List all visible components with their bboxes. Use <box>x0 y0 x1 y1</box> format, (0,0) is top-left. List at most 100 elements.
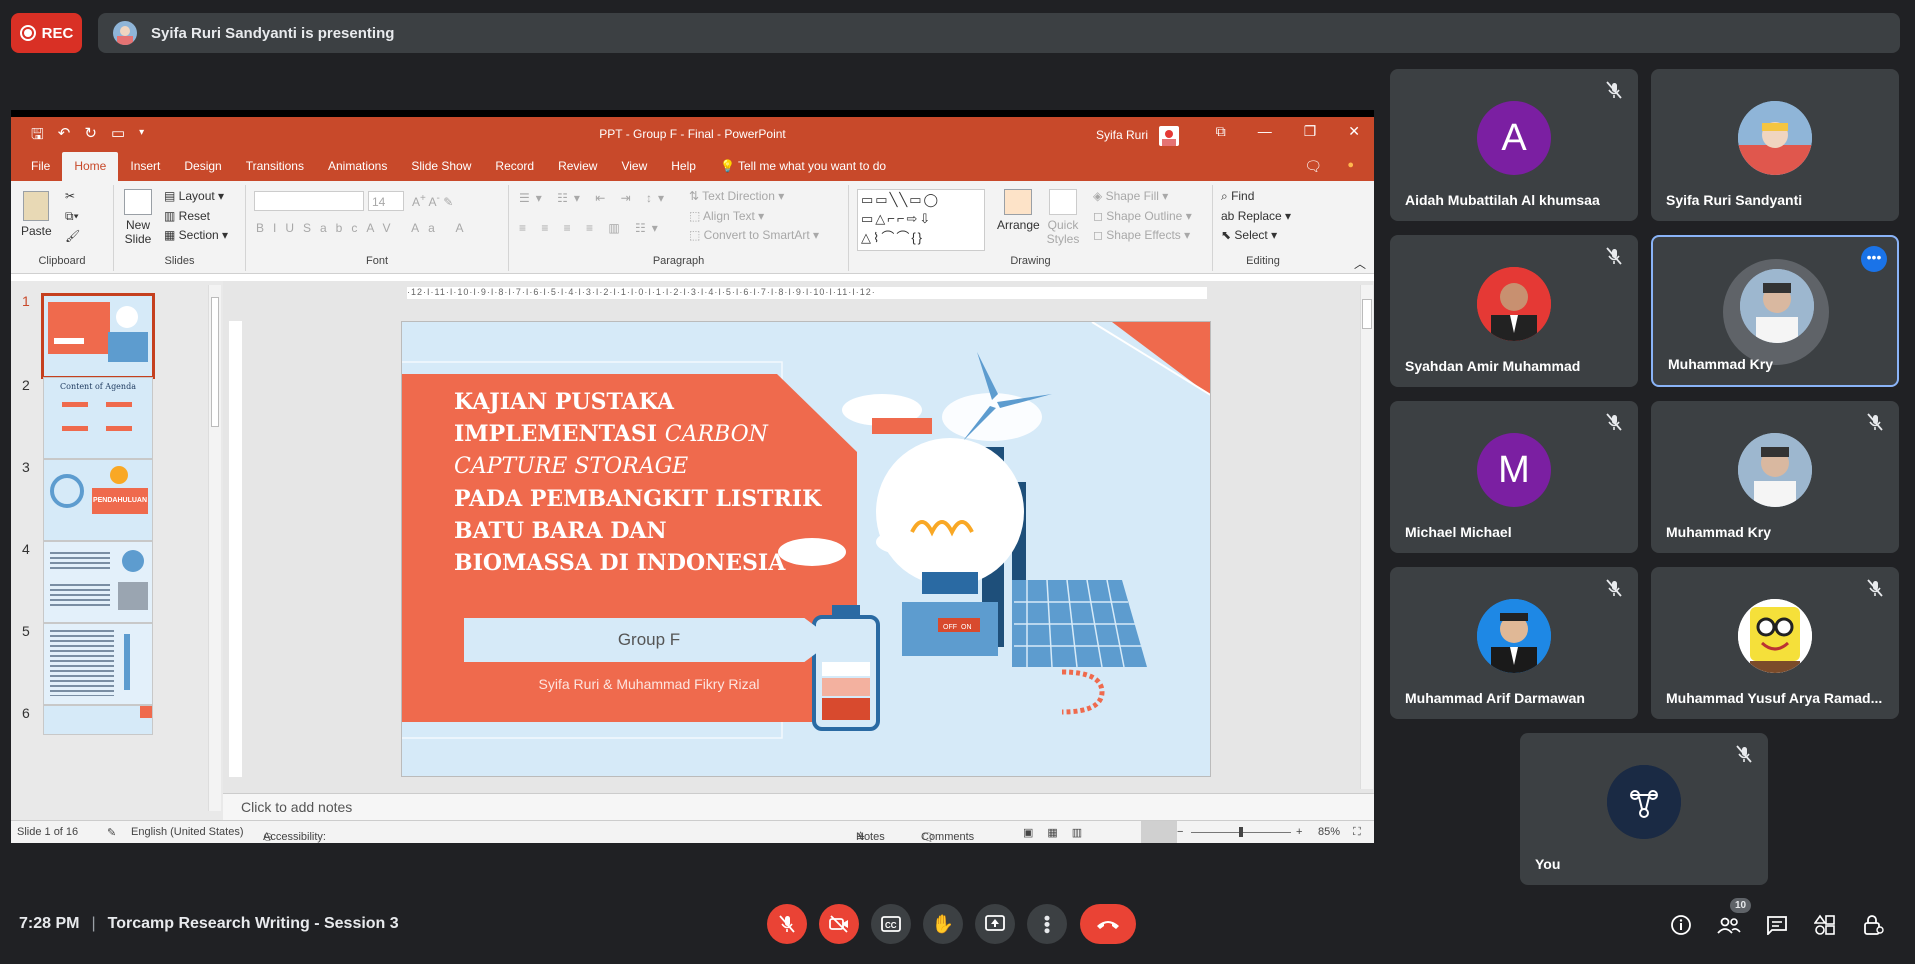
slide-canvas[interactable]: OFF ON KAJIAN PUSTAKA IMPLEMENTASI CARBO… <box>401 321 1211 777</box>
section-button[interactable]: ▦ Section ▾ <box>164 228 228 242</box>
ribbon-display-icon[interactable]: ⧉ <box>1216 123 1226 140</box>
quick-styles-button[interactable]: Quick Styles <box>1045 189 1081 246</box>
tab-design[interactable]: Design <box>172 159 233 181</box>
tab-slide-show[interactable]: Slide Show <box>399 159 483 181</box>
zoom-in-icon[interactable]: + <box>1296 826 1302 838</box>
participant-tile[interactable]: Muhammad Arif Darmawan <box>1390 567 1638 719</box>
participant-name: Muhammad Yusuf Arya Ramad... <box>1666 690 1883 706</box>
select-button[interactable]: ⬉ Select ▾ <box>1221 228 1277 242</box>
toggle-camera-button[interactable] <box>819 904 859 944</box>
align-icons[interactable]: ≡ ≡ ≡ ≡ ▥ ☷▾ <box>519 221 664 235</box>
slide-thumb-4[interactable] <box>43 541 153 623</box>
ribbon-tabs: File Home Insert Design Transitions Anim… <box>11 151 1374 181</box>
paste-icon <box>23 191 50 221</box>
tab-home[interactable]: Home <box>62 152 119 181</box>
avatar <box>1607 765 1681 839</box>
participant-tile[interactable]: Muhammad Kry <box>1651 401 1899 553</box>
reset-button[interactable]: ▥ Reset <box>164 209 210 223</box>
end-call-icon <box>1097 921 1119 929</box>
grow-font-icon[interactable]: A+ A- ✎ <box>412 193 453 209</box>
tab-view[interactable]: View <box>609 159 659 181</box>
format-painter-icon[interactable]: 🖌 <box>65 229 80 243</box>
meeting-info-button[interactable] <box>1668 912 1694 938</box>
participant-tile[interactable]: A Aidah Mubattilah Al khumsaa <box>1390 69 1638 221</box>
raise-hand-button[interactable]: ✋ <box>923 904 963 944</box>
participant-name: Michael Michael <box>1405 524 1512 540</box>
signed-in-user[interactable]: Syifa Ruri <box>1096 126 1180 146</box>
more-icon: ••• <box>1037 914 1057 934</box>
slide-thumb-3[interactable]: PENDAHULUAN <box>43 459 153 541</box>
new-slide-button[interactable]: New Slide <box>120 189 156 246</box>
tab-file[interactable]: File <box>19 159 62 181</box>
tab-animations[interactable]: Animations <box>316 159 399 181</box>
host-controls-button[interactable] <box>1860 912 1886 938</box>
meeting-title[interactable]: Torcamp Research Writing - Session 3 <box>108 915 399 933</box>
shape-effects-button[interactable]: ◻ Shape Effects ▾ <box>1093 228 1190 242</box>
chat-button[interactable] <box>1764 912 1790 938</box>
close-icon[interactable]: ✕ <box>1348 123 1360 140</box>
notes-pane[interactable]: Click to add notes <box>223 793 1374 820</box>
find-button[interactable]: ⌕ Find <box>1221 189 1254 204</box>
slide-thumb-2[interactable]: Content of Agenda <box>43 377 153 459</box>
participant-name: You <box>1535 856 1561 872</box>
minimize-icon[interactable]: — <box>1258 123 1272 140</box>
activities-button[interactable] <box>1812 912 1838 938</box>
shape-fill-button[interactable]: ◈ Shape Fill ▾ <box>1093 189 1168 203</box>
zoom-thumb[interactable] <box>1239 827 1243 837</box>
collapse-ribbon-icon[interactable]: ︿ <box>1354 255 1366 272</box>
more-options-icon[interactable]: ••• <box>1861 246 1887 272</box>
tab-review[interactable]: Review <box>546 159 609 181</box>
slide-scrollbar[interactable] <box>1360 285 1373 789</box>
cut-icon[interactable]: ✂ <box>65 189 75 203</box>
copy-icon[interactable]: ⧉▾ <box>65 209 79 224</box>
replace-button[interactable]: ab Replace ▾ <box>1221 209 1291 223</box>
present-button[interactable] <box>975 904 1015 944</box>
tab-transitions[interactable]: Transitions <box>234 159 316 181</box>
language-status[interactable]: English (United States) <box>131 826 244 838</box>
recording-badge[interactable]: REC <box>11 13 82 53</box>
tell-me-box[interactable]: 💡 Tell me what you want to do <box>708 159 898 181</box>
participant-tile[interactable]: M Michael Michael <box>1390 401 1638 553</box>
font-size-select[interactable]: 14 <box>368 191 404 211</box>
shapes-gallery[interactable]: ▭▭╲╲▭◯ ▭△⌐⌐⇨⇩ △⌇⌒⌒{} <box>857 189 985 251</box>
fit-slide-icon[interactable]: ⛶ <box>1353 826 1361 839</box>
participant-tile[interactable]: Muhammad Yusuf Arya Ramad... <box>1651 567 1899 719</box>
paste-button[interactable]: Paste <box>21 191 52 238</box>
meeting-details: 7:28 PM | Torcamp Research Writing - Ses… <box>19 915 399 933</box>
switch-off-label: OFF <box>943 624 957 631</box>
text-direction-button[interactable]: ⇅ Text Direction ▾ <box>689 189 784 203</box>
zoom-level[interactable]: 85% <box>1318 826 1340 838</box>
more-options-button[interactable]: ••• <box>1027 904 1067 944</box>
tab-insert[interactable]: Insert <box>118 159 172 181</box>
window-controls: ⧉ — ❐ ✕ <box>1216 123 1360 140</box>
participant-tile[interactable]: Syahdan Amir Muhammad <box>1390 235 1638 387</box>
leave-call-button[interactable] <box>1080 904 1136 944</box>
participant-tile[interactable]: Syifa Ruri Sandyanti <box>1651 69 1899 221</box>
view-buttons[interactable]: ▣▦▥ <box>1023 826 1096 839</box>
arrange-button[interactable]: Arrange <box>997 189 1040 232</box>
comments-icon[interactable]: 🗨 <box>1304 158 1322 175</box>
layout-button[interactable]: ▤ Layout ▾ <box>164 189 224 203</box>
slide-thumb-5[interactable] <box>43 623 153 705</box>
thumb-scrollbar[interactable] <box>208 285 221 811</box>
tab-record[interactable]: Record <box>483 159 546 181</box>
captions-button[interactable]: CC <box>871 904 911 944</box>
font-format-icons[interactable]: BIUSabcAV Aa A <box>256 221 473 235</box>
spellcheck-icon[interactable]: ✎ <box>107 826 116 839</box>
people-button[interactable]: 10 <box>1716 898 1752 938</box>
participant-tile[interactable]: ••• Muhammad Kry <box>1651 235 1899 387</box>
convert-smartart-button[interactable]: ⬚ Convert to SmartArt ▾ <box>689 228 819 242</box>
slide-thumb-6[interactable] <box>43 705 153 735</box>
tab-help[interactable]: Help <box>659 159 708 181</box>
list-icons[interactable]: ☰▾ ☷▾ ⇤ ⇥ ↕▾ <box>519 191 670 205</box>
restore-icon[interactable]: ❐ <box>1304 123 1317 140</box>
thumb-number: 2 <box>22 377 30 393</box>
participant-tile-self[interactable]: You <box>1520 733 1768 885</box>
shape-outline-button[interactable]: ◻ Shape Outline ▾ <box>1093 209 1192 223</box>
font-family-select[interactable] <box>254 191 364 211</box>
presenter-view-icon[interactable] <box>1141 821 1177 843</box>
align-text-button[interactable]: ⬚ Align Text ▾ <box>689 209 764 223</box>
toggle-mic-button[interactable] <box>767 904 807 944</box>
zoom-out-icon[interactable]: − <box>1177 826 1183 838</box>
slide-thumb-1[interactable] <box>41 293 155 379</box>
